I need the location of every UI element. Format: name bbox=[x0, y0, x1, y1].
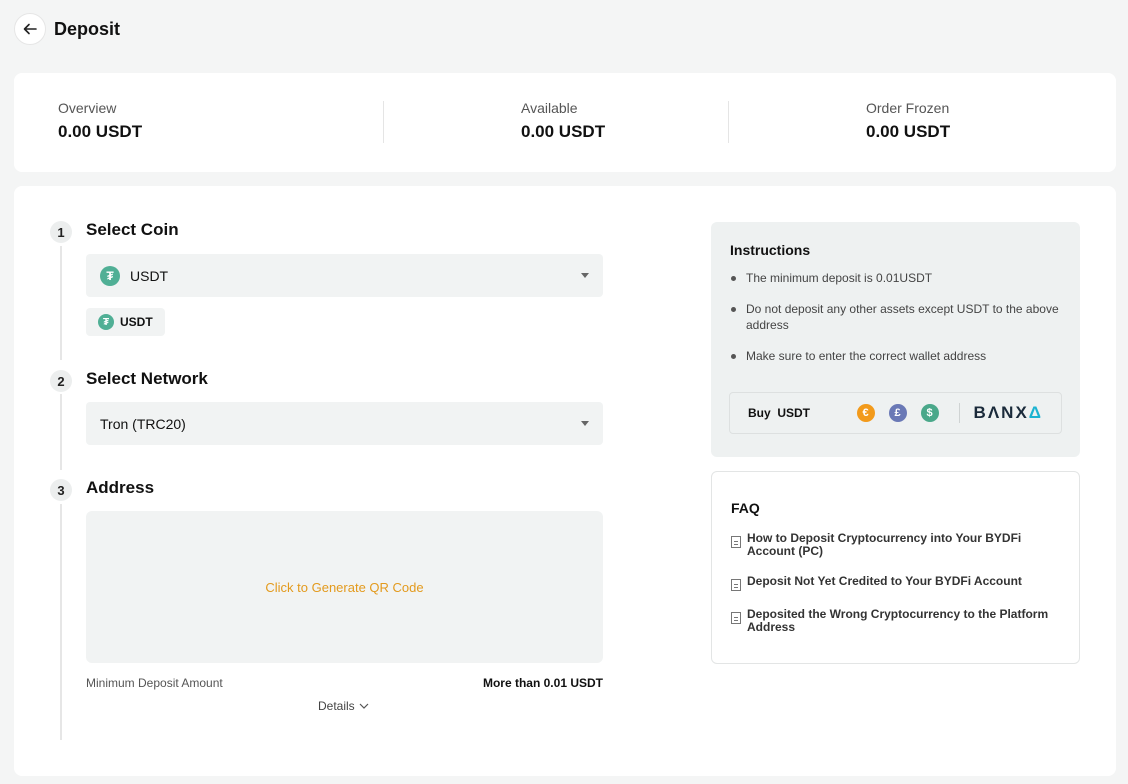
step-connector bbox=[60, 246, 62, 360]
minimum-deposit-row: Minimum Deposit Amount More than 0.01 US… bbox=[86, 676, 603, 690]
faq-list: How to Deposit Cryptocurrency into Your … bbox=[731, 532, 1061, 651]
order-frozen-label: Order Frozen bbox=[866, 100, 950, 116]
divider bbox=[958, 403, 960, 423]
details-toggle[interactable]: Details bbox=[318, 699, 369, 713]
faq-item[interactable]: Deposited the Wrong Cryptocurrency to th… bbox=[731, 608, 1061, 634]
details-label: Details bbox=[318, 699, 355, 713]
minimum-deposit-value: More than 0.01 USDT bbox=[482, 676, 603, 690]
caret-down-icon bbox=[581, 421, 589, 426]
back-button[interactable] bbox=[14, 13, 46, 45]
faq-item[interactable]: How to Deposit Cryptocurrency into Your … bbox=[731, 532, 1061, 558]
page-title: Deposit bbox=[54, 18, 121, 39]
step-number-2: 2 bbox=[50, 370, 72, 392]
deposit-main-card: 1 Select Coin ₮ USDT ₮ USDT 2 Select Net… bbox=[14, 186, 1116, 776]
tether-icon: ₮ bbox=[100, 265, 120, 286]
network-select[interactable]: Tron (TRC20) bbox=[86, 402, 603, 445]
buy-usdt-banxa-button[interactable]: Buy USDT € £ $ BΛNXΔ bbox=[729, 392, 1062, 434]
document-icon bbox=[731, 612, 741, 624]
step-title-address: Address bbox=[86, 478, 155, 497]
minimum-deposit-label: Minimum Deposit Amount bbox=[86, 676, 223, 690]
available-balance: Available 0.00 USDT bbox=[521, 100, 605, 142]
instruction-item: Do not deposit any other assets except U… bbox=[730, 301, 1060, 333]
overview-value: 0.00 USDT bbox=[58, 122, 143, 141]
qr-code-area[interactable]: Click to Generate QR Code bbox=[86, 511, 603, 663]
step-connector bbox=[60, 394, 62, 470]
divider bbox=[728, 101, 729, 143]
page-header: Deposit bbox=[14, 13, 120, 45]
coin-chip-label: USDT bbox=[120, 315, 153, 329]
overview-label: Overview bbox=[58, 100, 117, 116]
document-icon bbox=[731, 579, 741, 591]
faq-item-text[interactable]: Deposit Not Yet Credited to Your BYDFi A… bbox=[747, 575, 1022, 588]
coin-select[interactable]: ₮ USDT bbox=[86, 254, 603, 297]
overview-balance: Overview 0.00 USDT bbox=[58, 100, 142, 142]
order-frozen-balance: Order Frozen 0.00 USDT bbox=[866, 100, 950, 142]
step-number-1: 1 bbox=[50, 221, 72, 243]
available-value: 0.00 USDT bbox=[521, 122, 606, 141]
instructions-title: Instructions bbox=[730, 242, 811, 258]
faq-panel: FAQ How to Deposit Cryptocurrency into Y… bbox=[711, 471, 1080, 664]
instruction-item: Make sure to enter the correct wallet ad… bbox=[730, 348, 1060, 364]
step-connector bbox=[60, 504, 62, 740]
instructions-panel: Instructions The minimum deposit is 0.01… bbox=[711, 222, 1080, 457]
step-title-select-network: Select Network bbox=[86, 369, 208, 388]
step-number-3: 3 bbox=[50, 479, 72, 501]
faq-title: FAQ bbox=[731, 500, 760, 516]
chevron-down-icon bbox=[359, 703, 369, 709]
instructions-list: The minimum deposit is 0.01USDT Do not d… bbox=[730, 270, 1060, 379]
generate-qr-link[interactable]: Click to Generate QR Code bbox=[265, 580, 423, 595]
banxa-logo: BΛNXΔ bbox=[973, 403, 1043, 422]
faq-item-text[interactable]: How to Deposit Cryptocurrency into Your … bbox=[747, 532, 1061, 558]
arrow-left-icon bbox=[23, 23, 37, 35]
balance-overview-card: Overview 0.00 USDT Available 0.00 USDT O… bbox=[14, 73, 1116, 172]
caret-down-icon bbox=[581, 273, 589, 278]
available-label: Available bbox=[521, 100, 578, 116]
buy-usdt-label: Buy USDT bbox=[748, 406, 811, 420]
euro-icon: € bbox=[856, 404, 875, 422]
network-select-value: Tron (TRC20) bbox=[100, 415, 186, 432]
step-title-select-coin: Select Coin bbox=[86, 220, 179, 239]
instruction-item: The minimum deposit is 0.01USDT bbox=[730, 270, 1060, 286]
faq-item-text[interactable]: Deposited the Wrong Cryptocurrency to th… bbox=[747, 608, 1061, 634]
order-frozen-value: 0.00 USDT bbox=[866, 122, 951, 141]
pound-icon: £ bbox=[888, 404, 907, 422]
document-icon bbox=[731, 536, 741, 548]
coin-chip-usdt[interactable]: ₮ USDT bbox=[86, 308, 165, 336]
dollar-icon: $ bbox=[920, 404, 939, 422]
faq-item[interactable]: Deposit Not Yet Credited to Your BYDFi A… bbox=[731, 575, 1061, 591]
divider bbox=[383, 101, 384, 143]
tether-icon: ₮ bbox=[98, 314, 114, 330]
coin-select-value: USDT bbox=[130, 267, 169, 284]
